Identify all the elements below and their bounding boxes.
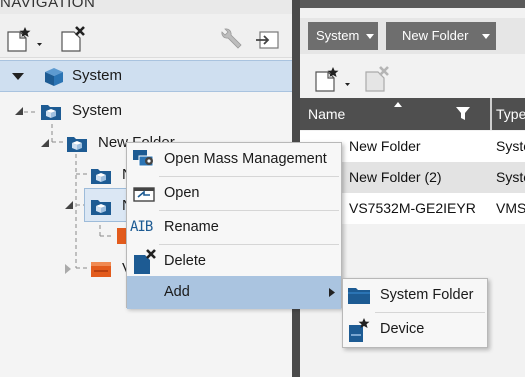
column-divider[interactable] (490, 98, 492, 130)
cell-name: New Folder (349, 138, 421, 154)
new-item-icon[interactable] (314, 66, 350, 92)
breadcrumb-label: New Folder (402, 28, 469, 43)
device-icon (117, 228, 126, 244)
tree-item-label: System (72, 102, 123, 119)
menu-item-label: Device (380, 321, 425, 337)
delete-icon (134, 249, 156, 274)
cell-type: VMS (496, 200, 525, 216)
cell-name: VS7532M-GE2IEYR (349, 200, 476, 216)
menu-item-label: Delete (164, 253, 206, 269)
system-folder-icon (348, 288, 370, 304)
system-folder-icon (91, 169, 111, 184)
menu-item-label: Add (164, 284, 190, 300)
chevron-down-icon[interactable] (482, 34, 490, 39)
content-toolbar (300, 60, 525, 98)
column-header-name[interactable]: Name (308, 106, 345, 122)
menu-item-label: Open Mass Management (164, 151, 327, 167)
column-header-type[interactable]: Type (496, 106, 525, 122)
system-folder-icon (67, 137, 87, 152)
device-icon (91, 262, 111, 277)
breadcrumb-item-new-folder[interactable]: New Folder (386, 22, 496, 50)
tree-item-system[interactable]: System (0, 96, 292, 126)
delete-item-icon[interactable] (364, 66, 390, 92)
breadcrumb: System New Folder (300, 18, 525, 54)
menu-item-add[interactable]: Add (127, 276, 341, 309)
cell-type: Syste (496, 169, 525, 185)
add-device-icon (349, 318, 370, 342)
cell-name: New Folder (2) (349, 169, 442, 185)
submenu-item-device[interactable]: Device (343, 313, 487, 346)
system-folder-icon (91, 200, 111, 215)
menu-item-delete[interactable]: Delete (127, 245, 341, 278)
add-submenu: System Folder Device (342, 278, 488, 348)
breadcrumb-item-system[interactable]: System (308, 22, 378, 50)
filter-icon[interactable] (456, 107, 470, 121)
chevron-down-icon[interactable] (366, 34, 374, 39)
cell-type: Syste (496, 138, 525, 154)
menu-item-label: Rename (164, 219, 219, 235)
menu-item-open[interactable]: Open (127, 177, 341, 210)
grid-header: Name Type (300, 98, 525, 130)
submenu-item-system-folder[interactable]: System Folder (343, 279, 487, 312)
expanded-arrow-icon[interactable] (14, 106, 24, 116)
menu-item-label: System Folder (380, 287, 474, 303)
sort-arrow-icon (394, 102, 402, 107)
content-header-strip (300, 0, 525, 8)
breadcrumb-label: System (316, 28, 360, 43)
context-menu: Open Mass Management Open AIB Rename Del… (126, 142, 342, 309)
system-folder-icon (41, 105, 61, 120)
submenu-arrow-icon (329, 288, 335, 297)
menu-item-open-mass-management[interactable]: Open Mass Management (127, 143, 341, 176)
collapsed-arrow-icon[interactable] (64, 263, 72, 275)
expanded-arrow-icon[interactable] (40, 138, 50, 148)
open-window-icon (133, 187, 155, 202)
mass-management-icon (133, 150, 154, 167)
expanded-arrow-icon[interactable] (64, 200, 74, 210)
rename-icon: AIB (130, 219, 153, 235)
menu-item-label: Open (164, 185, 200, 201)
menu-item-rename[interactable]: AIB Rename (127, 211, 341, 244)
